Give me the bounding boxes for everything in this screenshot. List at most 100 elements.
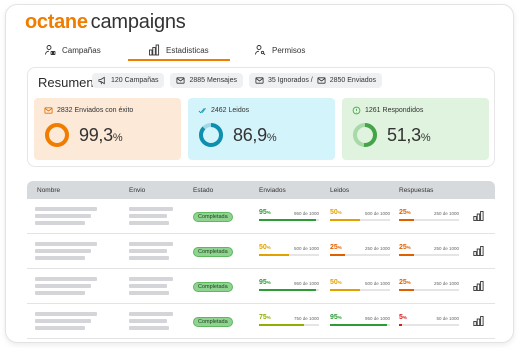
stat-card-enviados-header: 2832 Enviados con éxito bbox=[44, 106, 133, 115]
metric-count: 250 de 1000 bbox=[364, 246, 390, 251]
name-placeholder bbox=[35, 277, 97, 281]
metric-enviados: 75% 750 de 1000 bbox=[259, 314, 319, 328]
metric-track bbox=[330, 324, 390, 326]
metric-leidos: 25% 250 de 1000 bbox=[330, 244, 390, 258]
chart-icon[interactable] bbox=[473, 281, 484, 291]
tab-campanas[interactable]: Campañas bbox=[44, 41, 128, 59]
status-badge: Completada bbox=[193, 317, 233, 327]
date-placeholder bbox=[129, 319, 167, 323]
metric-fill bbox=[259, 324, 304, 326]
col-respuestas[interactable]: Respuestas bbox=[399, 187, 433, 194]
name-placeholder bbox=[35, 256, 85, 260]
chip-enviados-label: 2850 Enviados bbox=[329, 77, 377, 84]
date-placeholder bbox=[129, 256, 169, 260]
metric-count: 250 de 1000 bbox=[433, 246, 459, 251]
metric-track bbox=[330, 254, 390, 256]
metric-percent: 50% bbox=[330, 279, 342, 286]
metric-track bbox=[330, 219, 390, 221]
metric-track bbox=[330, 289, 390, 291]
megaphone-icon bbox=[98, 76, 105, 85]
col-leidos[interactable]: Leidos bbox=[330, 187, 349, 194]
metric-percent: 25% bbox=[399, 244, 411, 251]
metric-percent: 95% bbox=[259, 209, 271, 216]
name-placeholder bbox=[35, 312, 97, 316]
chip-campanas-label: 120 Campañas bbox=[111, 77, 159, 84]
chart-icon[interactable] bbox=[473, 316, 484, 326]
chip-mensajes-label: 2885 Mensajes bbox=[189, 77, 237, 84]
table-row[interactable]: Completada 50% 500 de 1000 25% 250 de 1000 25… bbox=[27, 234, 495, 269]
metric-percent: 50% bbox=[330, 209, 342, 216]
status-badge: Completada bbox=[193, 212, 233, 222]
stat-card-leidos-value: 86,9% bbox=[233, 125, 277, 145]
metric-respuestas: 5% 50 de 1000 bbox=[399, 314, 459, 328]
status-badge: Completada bbox=[193, 247, 233, 257]
table-row[interactable]: Completada 95% 950 de 1000 50% 500 de 1000 25… bbox=[27, 199, 495, 234]
stat-card-enviados-value: 99,3% bbox=[79, 125, 123, 145]
envelope-icon bbox=[44, 107, 53, 114]
metric-fill bbox=[399, 289, 414, 291]
metric-track bbox=[259, 289, 319, 291]
metric-fill bbox=[399, 254, 414, 256]
name-placeholder bbox=[35, 207, 97, 211]
date-placeholder bbox=[129, 221, 169, 225]
tab-estadisticas[interactable]: Estadisticas bbox=[128, 41, 230, 61]
chip-ignorados-label: 35 Ignorados / bbox=[267, 77, 313, 84]
metric-count: 50 de 1000 bbox=[436, 316, 459, 321]
name-placeholder bbox=[35, 214, 91, 218]
date-placeholder bbox=[129, 277, 173, 281]
col-enviados[interactable]: Enviados bbox=[259, 187, 286, 194]
col-nombre[interactable]: Nombre bbox=[37, 187, 60, 194]
stat-card-respondidos-header: 1261 Respondidos bbox=[352, 106, 423, 115]
metric-leidos: 50% 500 de 1000 bbox=[330, 279, 390, 293]
metric-leidos: 95% 950 de 1000 bbox=[330, 314, 390, 328]
date-placeholder bbox=[129, 249, 167, 253]
progress-ring bbox=[45, 123, 69, 147]
chart-icon[interactable] bbox=[473, 211, 484, 221]
stat-card-leidos-header: 2462 Leidos bbox=[198, 106, 249, 115]
stat-card-enviados: 2832 Enviados con éxito 99,3% bbox=[34, 98, 181, 160]
stat-card-leidos: 2462 Leidos 86,9% bbox=[188, 98, 335, 160]
table-row[interactable]: Completada 75% 750 de 1000 95% 950 de 1000 5%… bbox=[27, 304, 495, 339]
metric-fill bbox=[259, 289, 316, 291]
tab-estadisticas-label: Estadisticas bbox=[166, 45, 209, 55]
metric-percent: 25% bbox=[399, 209, 411, 216]
col-envio[interactable]: Envio bbox=[129, 187, 145, 194]
stat-card-respondidos-value: 51,3% bbox=[387, 125, 431, 145]
date-placeholder bbox=[129, 284, 167, 288]
progress-ring bbox=[353, 123, 377, 147]
metric-leidos: 50% 500 de 1000 bbox=[330, 209, 390, 223]
tab-campanas-label: Campañas bbox=[62, 45, 101, 55]
app-window: octane campaigns Campañas Estadisticas P… bbox=[5, 4, 514, 343]
metric-percent: 75% bbox=[259, 314, 271, 321]
chip-campanas: 120 Campañas bbox=[92, 73, 165, 88]
table-row[interactable]: Completada 95% 950 de 1000 50% 500 de 1000 25… bbox=[27, 269, 495, 304]
chip-ignorados-enviados: 35 Ignorados / 2850 Enviados bbox=[248, 73, 383, 88]
users-icon bbox=[45, 45, 56, 55]
double-check-icon bbox=[198, 107, 206, 114]
metric-percent: 25% bbox=[330, 244, 342, 251]
user-key-icon bbox=[255, 45, 266, 56]
chart-icon[interactable] bbox=[473, 246, 484, 256]
stat-card-respondidos-label: 1261 Respondidos bbox=[365, 107, 424, 114]
metric-track bbox=[399, 324, 459, 326]
metric-fill bbox=[399, 219, 414, 221]
metric-fill bbox=[330, 254, 345, 256]
metric-count: 750 de 1000 bbox=[293, 316, 319, 321]
metric-percent: 25% bbox=[399, 279, 411, 286]
date-placeholder bbox=[129, 291, 169, 295]
metric-respuestas: 25% 250 de 1000 bbox=[399, 279, 459, 293]
summary-chips: 120 Campañas 2885 Mensajes 35 Ignorados … bbox=[92, 73, 383, 88]
date-placeholder bbox=[129, 242, 173, 246]
metric-track bbox=[259, 254, 319, 256]
col-estado[interactable]: Estado bbox=[193, 187, 213, 194]
bar-chart-icon bbox=[149, 44, 160, 56]
tab-permisos[interactable]: Permisos bbox=[254, 41, 305, 59]
metric-count: 500 de 1000 bbox=[364, 211, 390, 216]
name-placeholder bbox=[35, 291, 85, 295]
metric-track bbox=[259, 219, 319, 221]
date-placeholder bbox=[129, 312, 173, 316]
info-circle-icon bbox=[352, 106, 361, 115]
metric-count: 500 de 1000 bbox=[293, 246, 319, 251]
metric-count: 950 de 1000 bbox=[364, 316, 390, 321]
metric-respuestas: 25% 250 de 1000 bbox=[399, 244, 459, 258]
